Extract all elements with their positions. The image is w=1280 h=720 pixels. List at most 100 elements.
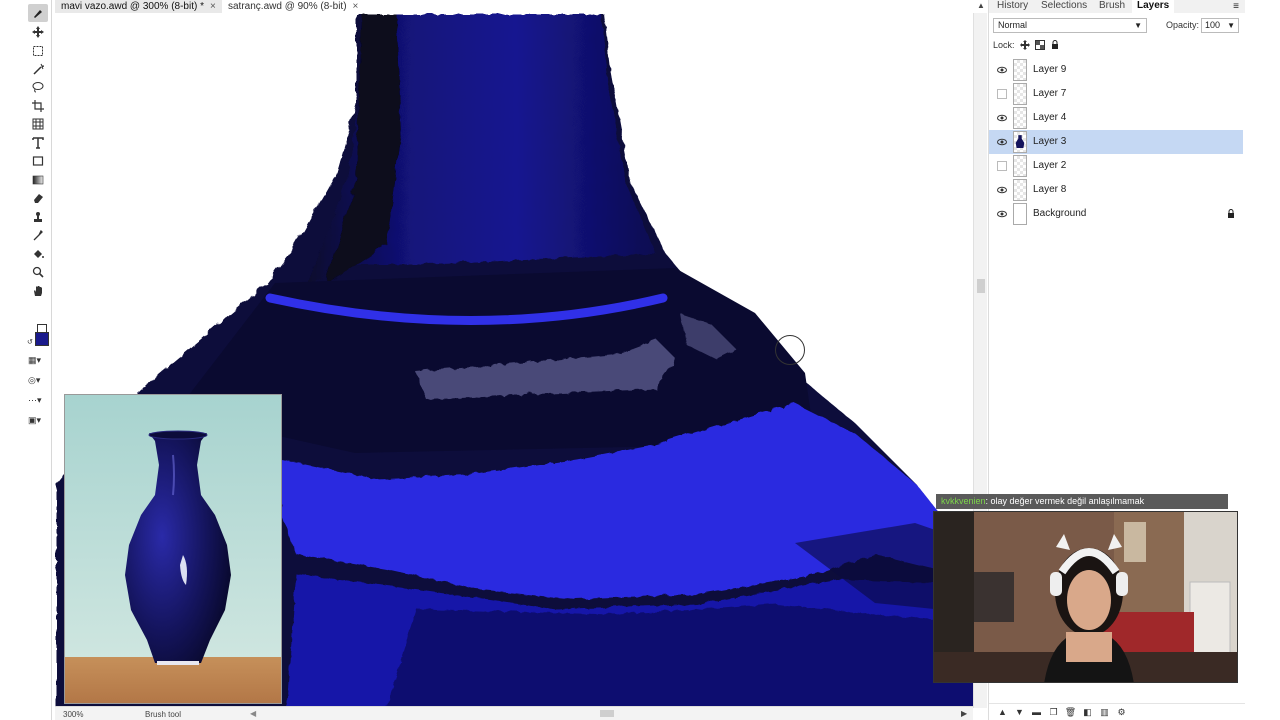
horizontal-scroll-thumb[interactable] <box>600 710 614 717</box>
color-swatches[interactable]: ↺ <box>27 324 51 348</box>
eye-icon[interactable] <box>997 137 1007 147</box>
lock-position-icon[interactable] <box>1019 40 1030 50</box>
gradient-icon[interactable] <box>28 171 48 189</box>
crop-icon[interactable] <box>28 97 48 115</box>
layer-row[interactable]: Layer 4 <box>989 106 1243 130</box>
brush-shape-icon[interactable]: ◎▾ <box>28 375 50 389</box>
merge-layers-icon[interactable]: ▥ <box>1099 707 1110 718</box>
chat-message: kvkkvenien: olay değer vermek değil anla… <box>936 494 1228 509</box>
layer-name: Layer 2 <box>1033 160 1067 171</box>
chevron-down-icon: ▼ <box>1227 21 1235 30</box>
layer-thumbnail <box>1013 179 1027 201</box>
lock-row: Lock: <box>993 40 1060 50</box>
layer-list: Layer 9 Layer 7 Layer 4 Layer 3 Layer 2 … <box>989 58 1245 226</box>
brush-cursor <box>775 335 805 365</box>
layer-thumbnail <box>1013 155 1027 177</box>
vertical-scroll-thumb[interactable] <box>977 279 985 293</box>
layer-row[interactable]: Layer 2 <box>989 154 1243 178</box>
eye-icon[interactable] <box>997 65 1007 75</box>
tab-layers[interactable]: Layers <box>1132 0 1175 13</box>
tab-mavi-vazo[interactable]: mavi vazo.awd @ 300% (8-bit) * × <box>55 0 222 13</box>
tab-label: satranç.awd @ 90% (8-bit) <box>228 0 347 12</box>
layer-settings-icon[interactable]: ⚙ <box>1116 707 1127 718</box>
current-tool-label: Brush tool <box>145 710 182 719</box>
move-layer-down-icon[interactable]: ▼ <box>1014 707 1025 718</box>
layer-name: Layer 7 <box>1033 88 1067 99</box>
mask-mode-icon[interactable]: ▣▾ <box>28 415 50 429</box>
tab-history[interactable]: History <box>997 0 1028 13</box>
fill-icon[interactable] <box>28 245 48 263</box>
stamp-icon[interactable] <box>28 208 48 226</box>
chat-text: : olay değer vermek değil anlaşılmamak <box>985 496 1145 506</box>
tab-satranc[interactable]: satranç.awd @ 90% (8-bit) × <box>228 0 358 13</box>
layer-row-selected[interactable]: Layer 3 <box>989 130 1243 154</box>
new-layer-icon[interactable]: ❐ <box>1048 707 1059 718</box>
layer-thumbnail <box>1013 131 1027 153</box>
new-folder-icon[interactable]: ▬ <box>1031 707 1042 718</box>
opacity-label: Opacity: <box>1166 20 1200 30</box>
visibility-checkbox[interactable] <box>997 89 1007 99</box>
layer-row[interactable]: Layer 9 <box>989 58 1243 82</box>
lasso-icon[interactable] <box>28 78 48 96</box>
delete-layer-icon[interactable]: 🗑 <box>1065 707 1076 718</box>
layer-name: Background <box>1033 208 1087 219</box>
panel-tabs: History Selections Brush Layers ≡ <box>989 0 1245 13</box>
grid-icon[interactable] <box>28 115 48 133</box>
scroll-up-icon[interactable]: ▲ <box>977 1 985 10</box>
brush-option-icon[interactable]: ⋯▾ <box>28 395 50 409</box>
tab-label: mavi vazo.awd @ 300% (8-bit) * <box>61 0 204 12</box>
close-icon[interactable]: × <box>353 1 359 13</box>
lock-label: Lock: <box>993 40 1015 50</box>
marquee-icon[interactable] <box>28 42 48 60</box>
zoom-level[interactable]: 300% <box>63 710 83 719</box>
lock-icon <box>1228 209 1234 218</box>
layer-thumbnail <box>1013 83 1027 105</box>
reference-photo <box>64 394 282 704</box>
layer-name: Layer 3 <box>1033 136 1067 147</box>
layer-thumbnail <box>1013 107 1027 129</box>
scroll-left-icon[interactable]: ◀ <box>250 709 256 718</box>
visibility-checkbox[interactable] <box>997 161 1007 171</box>
reset-colors-icon[interactable]: ↺ <box>27 338 33 346</box>
brush-icon[interactable] <box>28 4 48 22</box>
zoom-icon[interactable] <box>28 263 48 281</box>
panel-menu-icon[interactable]: ≡ <box>1233 1 1239 12</box>
eye-icon[interactable] <box>997 113 1007 123</box>
layer-name: Layer 9 <box>1033 64 1067 75</box>
layer-thumbnail <box>1013 59 1027 81</box>
blend-mode-select[interactable]: Normal ▼ <box>993 18 1147 33</box>
blend-mode-value: Normal <box>998 20 1028 30</box>
shape-icon[interactable] <box>28 152 48 170</box>
layer-row[interactable]: Background <box>989 202 1243 226</box>
close-icon[interactable]: × <box>210 1 216 13</box>
layer-name: Layer 4 <box>1033 112 1067 123</box>
move-layer-up-icon[interactable]: ▲ <box>997 707 1008 718</box>
eye-icon[interactable] <box>997 209 1007 219</box>
eraser-icon[interactable] <box>28 189 48 207</box>
text-icon[interactable] <box>28 134 48 152</box>
foreground-color-swatch[interactable] <box>35 332 49 346</box>
tool-panel: ↺ ▦▾ ◎▾ ⋯▾ ▣▾ <box>0 0 52 720</box>
magic-wand-icon[interactable] <box>28 60 48 78</box>
scroll-right-icon[interactable]: ▶ <box>961 709 967 718</box>
brush-settings-icon[interactable]: ▦▾ <box>28 355 50 369</box>
opacity-field[interactable]: 100 ▼ <box>1201 18 1239 33</box>
hand-icon[interactable] <box>28 282 48 300</box>
move-icon[interactable] <box>28 23 48 41</box>
eye-icon[interactable] <box>997 185 1007 195</box>
webcam-overlay <box>933 511 1238 683</box>
status-bar: 300% Brush tool ◀ ▶ <box>55 706 973 720</box>
layer-row[interactable]: Layer 8 <box>989 178 1243 202</box>
tab-selections[interactable]: Selections <box>1041 0 1087 13</box>
layer-row[interactable]: Layer 7 <box>989 82 1243 106</box>
layer-name: Layer 8 <box>1033 184 1067 195</box>
layer-actions: ▲ ▼ ▬ ❐ 🗑 ◧ ▥ ⚙ <box>989 703 1245 720</box>
lock-transparency-icon[interactable] <box>1034 40 1045 50</box>
app-window: ↺ ▦▾ ◎▾ ⋯▾ ▣▾ mavi vazo.awd @ 300% (8-bi… <box>0 0 1280 720</box>
eyedropper-icon[interactable] <box>28 226 48 244</box>
tab-brush[interactable]: Brush <box>1099 0 1125 13</box>
lock-all-icon[interactable] <box>1050 40 1060 50</box>
layer-mask-icon[interactable]: ◧ <box>1082 707 1093 718</box>
chat-username: kvkkvenien <box>941 496 986 506</box>
layer-thumbnail <box>1013 203 1027 225</box>
